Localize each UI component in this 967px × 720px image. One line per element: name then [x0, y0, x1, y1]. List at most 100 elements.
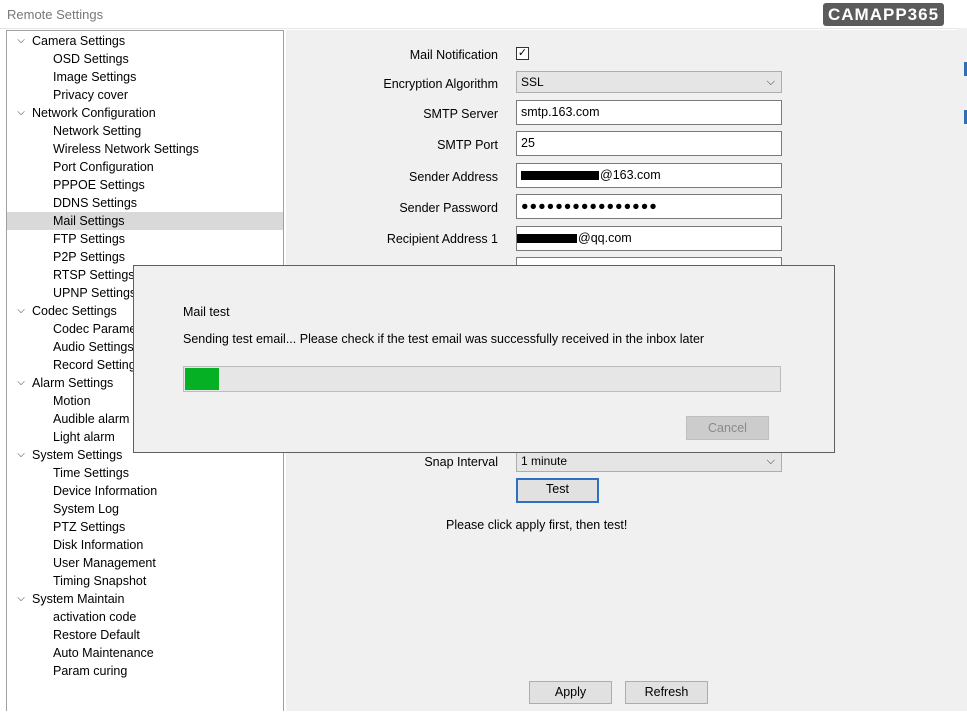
apply-hint: Please click apply first, then test!	[446, 518, 628, 532]
tree-item-label: OSD Settings	[53, 52, 129, 66]
tree-item-label: Auto Maintenance	[53, 646, 154, 660]
test-button[interactable]: Test	[516, 478, 599, 503]
tree-item-pppoe-settings[interactable]: PPPOE Settings	[7, 176, 283, 194]
tree-item-ftp-settings[interactable]: FTP Settings	[7, 230, 283, 248]
chevron-down-icon[interactable]: ⌵	[16, 302, 26, 320]
chevron-down-icon[interactable]: ⌵	[16, 374, 26, 392]
tree-item-privacy-cover[interactable]: Privacy cover	[7, 86, 283, 104]
tree-item-ddns-settings[interactable]: DDNS Settings	[7, 194, 283, 212]
sender-address-domain: @163.com	[600, 168, 661, 182]
tree-item-disk-information[interactable]: Disk Information	[7, 536, 283, 554]
chevron-down-icon: ⌵	[766, 76, 775, 88]
tree-item-label: PTZ Settings	[53, 520, 126, 534]
chevron-down-icon[interactable]: ⌵	[16, 104, 26, 122]
encryption-value: SSL	[521, 75, 544, 89]
tree-item-port-configuration[interactable]: Port Configuration	[7, 158, 283, 176]
tree-item-label: PPPOE Settings	[53, 178, 145, 192]
smtp-server-label: SMTP Server	[423, 107, 498, 121]
tree-item-label: Network Setting	[53, 124, 142, 138]
tree-item-network-setting[interactable]: Network Setting	[7, 122, 283, 140]
tree-item-label: Codec Parame	[53, 322, 137, 336]
chevron-down-icon[interactable]: ⌵	[16, 446, 26, 464]
tree-item-label: Audio Settings	[53, 340, 134, 354]
tree-item-label: Wireless Network Settings	[53, 142, 199, 156]
tree-item-label: Device Information	[53, 484, 158, 498]
tree-item-label: Audible alarm	[53, 412, 130, 426]
smtp-server-input[interactable]: smtp.163.com	[516, 100, 782, 125]
recipient-1-domain: @qq.com	[578, 231, 632, 245]
tree-item-label: Light alarm	[53, 430, 115, 444]
window-title-bar: Remote Settings	[0, 0, 967, 29]
tree-group-camera-settings[interactable]: ⌵ Camera Settings	[7, 32, 283, 50]
apply-button[interactable]: Apply	[529, 681, 612, 704]
tree-item-activation-code[interactable]: activation code	[7, 608, 283, 626]
tree-item-label: Port Configuration	[53, 160, 154, 174]
tree-item-label: Mail Settings	[53, 214, 125, 228]
mail-notification-checkbox[interactable]: ✓	[516, 47, 529, 60]
redaction-mark	[521, 171, 599, 181]
window-title: Remote Settings	[7, 7, 104, 22]
tree-item-ptz-settings[interactable]: PTZ Settings	[7, 518, 283, 536]
mail-test-dialog: Mail test Sending test email... Please c…	[133, 265, 835, 453]
sender-password-label: Sender Password	[399, 201, 498, 215]
tree-item-label: RTSP Settings	[53, 268, 135, 282]
tree-item-label: System Log	[53, 502, 120, 516]
tree-item-user-management[interactable]: User Management	[7, 554, 283, 572]
snap-interval-label: Snap Interval	[424, 455, 498, 469]
tree-item-label: User Management	[53, 556, 156, 570]
background-window-edge	[956, 28, 967, 720]
smtp-port-input[interactable]: 25	[516, 131, 782, 156]
chevron-down-icon[interactable]: ⌵	[16, 590, 26, 608]
tree-item-wireless-network-settings[interactable]: Wireless Network Settings	[7, 140, 283, 158]
chevron-down-icon[interactable]: ⌵	[16, 32, 26, 50]
tree-item-label: Network Configuration	[32, 106, 156, 120]
tree-item-restore-default[interactable]: Restore Default	[7, 626, 283, 644]
tree-item-label: Restore Default	[53, 628, 140, 642]
cancel-button[interactable]: Cancel	[686, 416, 769, 440]
tree-item-param-curing[interactable]: Param curing	[7, 662, 283, 680]
encryption-label: Encryption Algorithm	[383, 77, 498, 91]
watermark-logo: CAMAPP365	[823, 3, 945, 26]
smtp-port-label: SMTP Port	[437, 138, 498, 152]
sender-address-label: Sender Address	[409, 170, 498, 184]
tree-item-label: Privacy cover	[53, 88, 129, 102]
tree-group-network-configuration[interactable]: ⌵ Network Configuration	[7, 104, 283, 122]
tree-item-label: Camera Settings	[32, 34, 126, 48]
redaction-mark	[517, 234, 577, 244]
tree-item-label: System Settings	[32, 448, 123, 462]
tree-item-label: Disk Information	[53, 538, 144, 552]
tree-item-device-information[interactable]: Device Information	[7, 482, 283, 500]
tree-item-system-log[interactable]: System Log	[7, 500, 283, 518]
progress-fill	[185, 368, 219, 390]
snap-interval-value: 1 minute	[521, 454, 568, 468]
tree-item-label: Record Setting	[53, 358, 136, 372]
mail-notification-label: Mail Notification	[409, 48, 498, 62]
tree-item-label: P2P Settings	[53, 250, 126, 264]
refresh-button[interactable]: Refresh	[625, 681, 708, 704]
progress-bar	[183, 366, 781, 392]
tree-group-system-maintain[interactable]: ⌵ System Maintain	[7, 590, 283, 608]
recipient-1-label: Recipient Address 1	[386, 232, 498, 246]
tree-item-label: Param curing	[53, 664, 128, 678]
chevron-down-icon: ⌵	[766, 455, 775, 467]
tree-item-label: Motion	[53, 394, 91, 408]
sender-password-input[interactable]: ●●●●●●●●●●●●●●●●	[516, 194, 782, 219]
background-event-list: ​	[0, 711, 967, 720]
sender-address-input[interactable]: @163.com	[516, 163, 782, 188]
tree-item-image-settings[interactable]: Image Settings	[7, 68, 283, 86]
encryption-select[interactable]: SSL ⌵	[516, 71, 782, 93]
snap-interval-select[interactable]: 1 minute ⌵	[516, 450, 782, 472]
tree-item-label: activation code	[53, 610, 137, 624]
tree-item-label: Alarm Settings	[32, 376, 114, 390]
dialog-title: Mail test	[183, 305, 230, 319]
tree-item-auto-maintenance[interactable]: Auto Maintenance	[7, 644, 283, 662]
tree-item-label: Image Settings	[53, 70, 137, 84]
tree-item-osd-settings[interactable]: OSD Settings	[7, 50, 283, 68]
dialog-message: Sending test email... Please check if th…	[183, 332, 705, 346]
tree-item-p2p-settings[interactable]: P2P Settings	[7, 248, 283, 266]
tree-item-time-settings[interactable]: Time Settings	[7, 464, 283, 482]
recipient-1-input[interactable]: @qq.com	[516, 226, 782, 251]
tree-item-mail-settings[interactable]: Mail Settings	[7, 212, 283, 230]
tree-item-timing-snapshot[interactable]: Timing Snapshot	[7, 572, 283, 590]
tree-item-label: Codec Settings	[32, 304, 117, 318]
